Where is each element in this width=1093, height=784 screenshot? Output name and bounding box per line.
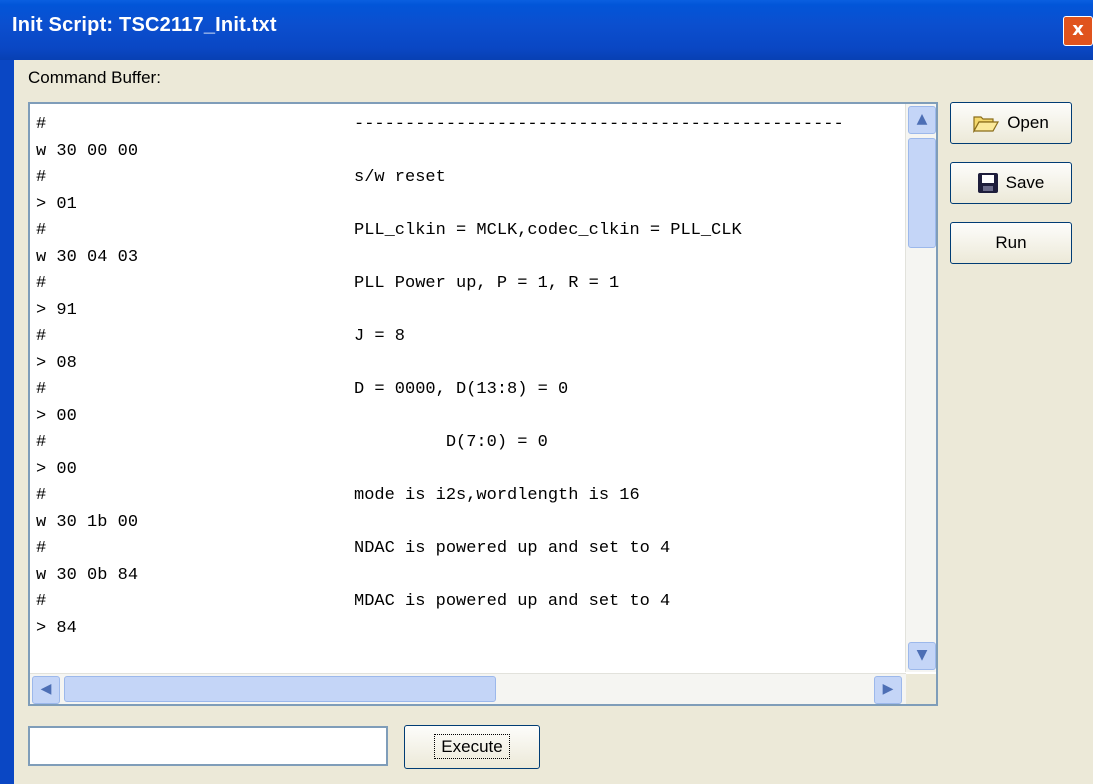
script-command: > 08	[36, 353, 77, 373]
script-line: # PLL_clkin = MCLK,codec_clkin = PLL_CLK	[36, 216, 742, 246]
script-line: w 30 1b 00	[36, 508, 138, 538]
init-script-window: Init Script: TSC2117_Init.txt x Command …	[0, 0, 1093, 784]
scroll-right-icon[interactable]: ▶	[874, 676, 902, 704]
open-label: Open	[1007, 113, 1049, 132]
execute-button[interactable]: Execute	[404, 725, 540, 769]
script-command: > 00	[36, 406, 77, 426]
script-comment: D = 0000, D(13:8) = 0	[354, 380, 569, 399]
save-icon	[977, 173, 998, 193]
script-command: w 30 04 03	[36, 247, 139, 267]
script-command: > 00	[36, 459, 77, 479]
script-command: > 84	[36, 618, 77, 638]
script-comment: PLL Power up, P = 1, R = 1	[354, 274, 620, 293]
folder-open-icon	[973, 116, 1000, 133]
run-button[interactable]: Run	[950, 222, 1072, 264]
close-button[interactable]: x	[1063, 16, 1093, 46]
script-comment: MDAC is powered up and set to 4	[354, 592, 671, 611]
scroll-left-icon[interactable]: ◀	[32, 676, 60, 704]
script-line: > 00	[36, 402, 77, 432]
script-line: # NDAC is powered up and set to 4	[36, 534, 670, 564]
script-comment: PLL_clkin = MCLK,codec_clkin = PLL_CLK	[354, 221, 742, 240]
script-line: > 08	[36, 349, 77, 379]
script-command: #	[36, 592, 47, 611]
command-buffer-textarea[interactable]: # ---------------------------------------…	[28, 102, 938, 706]
save-label: Save	[1005, 173, 1045, 192]
command-buffer-content[interactable]: # ---------------------------------------…	[36, 110, 904, 668]
vertical-scrollbar[interactable]: ▲ ▼	[905, 104, 936, 672]
execute-label: Execute	[434, 734, 510, 759]
script-comment: D(7:0) = 0	[354, 433, 548, 452]
script-command: w 30 0b 84	[36, 565, 139, 585]
script-comment: mode is i2s,wordlength is 16	[354, 486, 640, 505]
script-comment: NDAC is powered up and set to 4	[354, 539, 671, 558]
script-command: #	[36, 168, 47, 187]
script-line: w 30 04 03	[36, 243, 138, 273]
script-command: #	[36, 539, 47, 558]
script-command: #	[36, 380, 47, 399]
script-line: # ---------------------------------------…	[36, 110, 844, 140]
dialog-body: Command Buffer: # -----------------------…	[14, 60, 1093, 784]
script-command: > 91	[36, 300, 77, 320]
command-input[interactable]	[28, 726, 388, 766]
vertical-scroll-thumb[interactable]	[908, 138, 936, 248]
script-line: # D(7:0) = 0	[36, 428, 548, 458]
script-command: #	[36, 221, 47, 240]
scroll-up-icon[interactable]: ▲	[908, 106, 936, 134]
script-line: # mode is i2s,wordlength is 16	[36, 481, 640, 511]
command-buffer-label: Command Buffer:	[28, 68, 161, 87]
script-line: > 91	[36, 296, 77, 326]
horizontal-scrollbar[interactable]: ◀ ▶	[30, 673, 906, 704]
horizontal-scroll-thumb[interactable]	[64, 676, 496, 702]
script-line: # MDAC is powered up and set to 4	[36, 587, 670, 617]
script-command: #	[36, 115, 47, 134]
script-line: > 01	[36, 190, 77, 220]
script-comment: J = 8	[354, 327, 406, 346]
save-button[interactable]: Save	[950, 162, 1072, 204]
script-line: > 00	[36, 455, 77, 485]
script-line: # J = 8	[36, 322, 405, 352]
script-command: #	[36, 274, 47, 293]
script-line: # PLL Power up, P = 1, R = 1	[36, 269, 619, 299]
close-icon: x	[1072, 19, 1084, 40]
script-command: w 30 00 00	[36, 141, 139, 161]
title-bar[interactable]: Init Script: TSC2117_Init.txt x	[0, 0, 1093, 60]
script-line: # s/w reset	[36, 163, 446, 193]
window-title: Init Script: TSC2117_Init.txt	[12, 14, 277, 36]
script-command: #	[36, 433, 47, 452]
script-command: #	[36, 486, 47, 505]
window-left-border	[0, 60, 14, 784]
script-command: w 30 1b 00	[36, 512, 139, 532]
scroll-down-icon[interactable]: ▼	[908, 642, 936, 670]
script-comment: ----------------------------------------…	[354, 115, 844, 134]
script-line: > 84	[36, 614, 77, 644]
scroll-corner	[906, 674, 936, 704]
script-line: w 30 00 00	[36, 137, 138, 167]
script-comment: s/w reset	[354, 168, 446, 187]
script-command: > 01	[36, 194, 77, 214]
script-line: w 30 0b 84	[36, 561, 138, 591]
open-button[interactable]: Open	[950, 102, 1072, 144]
script-line: # D = 0000, D(13:8) = 0	[36, 375, 568, 405]
run-label: Run	[995, 233, 1027, 252]
script-command: #	[36, 327, 47, 346]
